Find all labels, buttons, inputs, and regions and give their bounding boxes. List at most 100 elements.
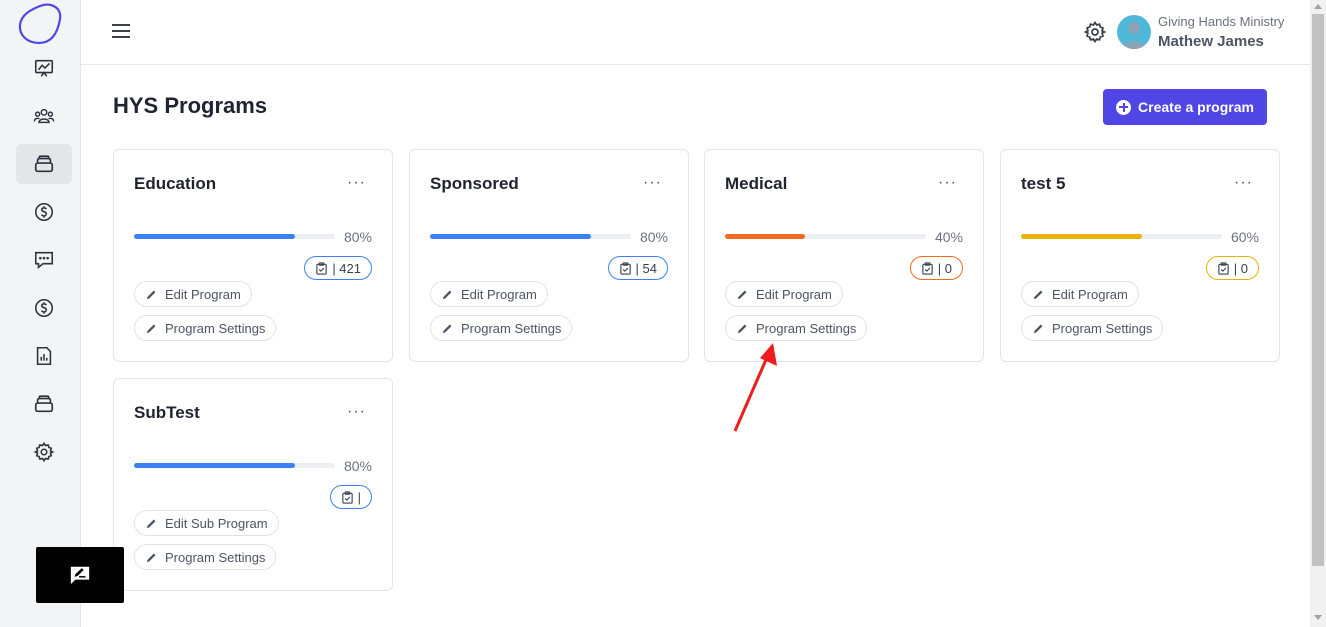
program-settings-label: Program Settings: [165, 320, 266, 336]
progress-bar: [134, 234, 335, 239]
sidebar-item-reports[interactable]: [16, 336, 72, 376]
progress-bar: [430, 234, 631, 239]
sidebar-item-donations[interactable]: [16, 192, 72, 232]
beneficiary-count-badge[interactable]: | 0: [1205, 256, 1259, 280]
more-options-icon[interactable]: ···: [938, 174, 957, 192]
pencil-icon: [737, 324, 747, 333]
program-settings-button[interactable]: Program Settings: [1021, 315, 1164, 341]
sidebar-item-inventory[interactable]: [16, 384, 72, 424]
users-group-icon: [33, 108, 55, 124]
beneficiary-count-badge[interactable]: | 0: [909, 256, 963, 280]
chart-line-icon: [34, 59, 54, 77]
edit-program-label: Edit Program: [756, 286, 832, 302]
beneficiary-count-badge[interactable]: |: [329, 485, 372, 509]
organization-name: Giving Hands Ministry: [1158, 14, 1285, 29]
dollar-circle-icon: [34, 202, 54, 222]
sidebar-item-messages[interactable]: [16, 240, 72, 280]
progress-percent: 60%: [1230, 229, 1259, 245]
program-card: Medical ··· 40% | 0 Edit Program Program…: [704, 149, 984, 362]
scroll-up-arrow-icon[interactable]: [1314, 4, 1322, 9]
progress-percent: 80%: [343, 229, 372, 245]
progress-percent: 40%: [934, 229, 963, 245]
program-name: SubTest: [134, 403, 200, 422]
pencil-icon: [146, 324, 156, 333]
more-options-icon[interactable]: ···: [347, 174, 366, 192]
create-program-label: Create a program: [1138, 99, 1254, 115]
edit-sub-program-label: Edit Sub Program: [165, 515, 268, 531]
gear-icon: [33, 441, 55, 463]
progress-fill: [134, 234, 295, 239]
pencil-icon: [442, 290, 452, 299]
program-settings-button[interactable]: Program Settings: [134, 315, 277, 341]
progress-fill: [1021, 234, 1142, 239]
program-settings-button[interactable]: Program Settings: [430, 315, 573, 341]
sidebar: [0, 0, 81, 627]
user-avatar[interactable]: [1117, 15, 1151, 49]
beneficiary-count-badge[interactable]: | 54: [607, 256, 668, 280]
top-header: Giving Hands Ministry Mathew James: [81, 0, 1310, 65]
sidebar-item-payments[interactable]: [16, 288, 72, 328]
program-name: Education: [134, 174, 217, 193]
progress-bar: [725, 234, 926, 239]
stack-icon: [34, 395, 54, 413]
clipboard-check-icon: [341, 490, 353, 504]
progress-bar: [1021, 234, 1222, 239]
count-value: | 0: [1233, 260, 1248, 276]
hamburger-menu-icon[interactable]: [111, 22, 131, 40]
scroll-thumb[interactable]: [1312, 14, 1324, 566]
count-value: | 421: [332, 260, 361, 276]
pencil-icon: [737, 290, 747, 299]
feedback-widget-button[interactable]: [36, 547, 124, 603]
create-program-button[interactable]: Create a program: [1103, 89, 1267, 125]
edit-sub-program-button[interactable]: Edit Sub Program: [134, 510, 279, 536]
program-settings-button[interactable]: Program Settings: [134, 544, 277, 570]
plus-circle-icon: [1116, 99, 1132, 115]
sidebar-item-settings[interactable]: [16, 432, 72, 472]
clipboard-check-icon: [1218, 261, 1229, 275]
more-options-icon[interactable]: ···: [347, 403, 366, 421]
app-logo[interactable]: [17, 3, 63, 45]
progress-fill: [430, 234, 591, 239]
program-card: SubTest ··· 80% | Edit Sub Program Progr…: [113, 378, 393, 591]
edit-program-button[interactable]: Edit Program: [430, 281, 548, 307]
sidebar-item-users[interactable]: [16, 96, 72, 136]
pencil-icon: [146, 553, 156, 562]
program-settings-label: Program Settings: [1052, 320, 1153, 336]
count-value: |: [357, 489, 361, 505]
edit-program-button[interactable]: Edit Program: [134, 281, 252, 307]
progress-fill: [725, 234, 806, 239]
edit-program-button[interactable]: Edit Program: [725, 281, 843, 307]
edit-program-label: Edit Program: [165, 286, 241, 302]
beneficiary-count-badge[interactable]: | 421: [304, 256, 372, 280]
scroll-down-arrow-icon[interactable]: [1314, 615, 1322, 620]
vertical-scrollbar[interactable]: [1310, 0, 1326, 627]
settings-gear-icon[interactable]: [1083, 20, 1107, 44]
program-card: Sponsored ··· 80% | 54 Edit Program Prog…: [409, 149, 689, 362]
program-settings-label: Program Settings: [165, 549, 266, 565]
more-options-icon[interactable]: ···: [1234, 174, 1253, 192]
page-title: HYS Programs: [113, 93, 268, 118]
clipboard-check-icon: [922, 261, 933, 275]
edit-program-button[interactable]: Edit Program: [1021, 281, 1139, 307]
user-silhouette-icon: [1122, 22, 1146, 49]
annotation-arrow-icon: [733, 343, 777, 432]
clipboard-check-icon: [619, 261, 631, 275]
program-card: test 5 ··· 60% | 0 Edit Program Program …: [1000, 149, 1280, 362]
pencil-icon: [1033, 290, 1043, 299]
edit-program-label: Edit Program: [1052, 286, 1128, 302]
count-value: | 54: [635, 260, 657, 276]
feedback-chat-icon: [70, 566, 90, 585]
pencil-icon: [146, 290, 156, 299]
pencil-icon: [442, 324, 452, 333]
program-name: Medical: [725, 174, 788, 193]
program-settings-label: Program Settings: [756, 320, 857, 336]
progress-fill: [134, 463, 295, 468]
user-name[interactable]: Mathew James: [1158, 33, 1264, 50]
sidebar-item-programs[interactable]: [16, 144, 72, 184]
dollar-circle-icon: [34, 298, 54, 318]
sidebar-item-dashboard[interactable]: [16, 48, 72, 88]
progress-percent: 80%: [343, 458, 372, 474]
stack-icon: [34, 155, 54, 173]
edit-program-label: Edit Program: [461, 286, 537, 302]
more-options-icon[interactable]: ···: [643, 174, 662, 192]
